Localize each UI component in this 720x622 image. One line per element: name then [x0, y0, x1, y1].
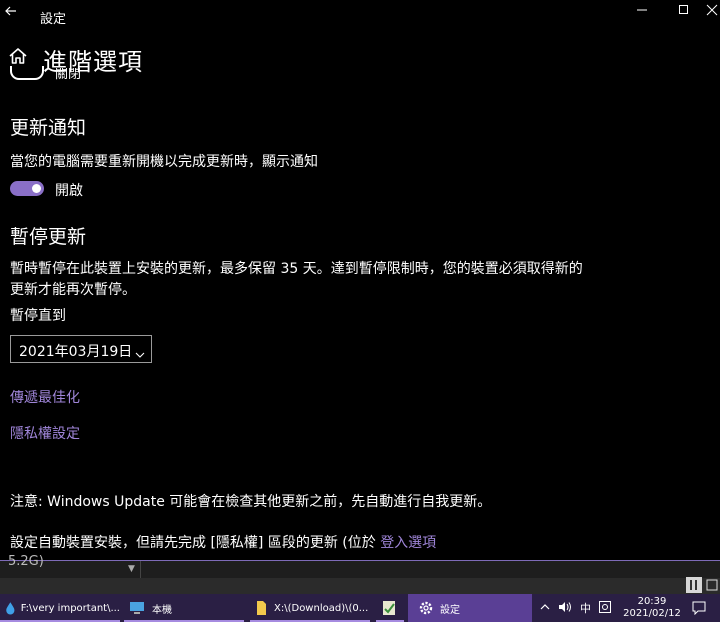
update-notify-toggle-label: 開啟	[55, 183, 83, 199]
pause-until-dropdown[interactable]: 2021年03月19日	[10, 335, 152, 363]
partial-toggle[interactable]	[10, 66, 44, 80]
taskbar-item-label: 設定	[440, 604, 460, 616]
pause-updates-description-2: 更新才能再次暫停。	[10, 282, 136, 298]
pause-until-label: 暫停直到	[10, 308, 66, 324]
water-drop-icon	[6, 602, 15, 615]
ime-indicator[interactable]: 中	[580, 600, 591, 616]
background-window-strip: 5.2G) ▼	[0, 554, 720, 579]
close-icon[interactable]	[704, 4, 720, 20]
notification-center-icon[interactable]	[692, 594, 706, 622]
taskbar-item-label: F:\very important\...	[20, 602, 120, 614]
taskbar-item-download-folder[interactable]: X:\(Download)\(0...	[250, 594, 370, 622]
taskbar-item-folder-important[interactable]: F:\very important\...	[0, 594, 120, 622]
taskbar-item-settings[interactable]: 設定	[408, 594, 532, 622]
update-notify-toggle[interactable]	[10, 181, 44, 196]
home-icon[interactable]	[8, 46, 28, 66]
window-title: 設定	[40, 12, 67, 27]
taskbar-item-label: 本機	[152, 604, 172, 616]
gear-icon	[419, 601, 433, 615]
background-window-statusbar	[0, 578, 720, 594]
update-notify-description: 當您的電腦需要重新開機以完成更新時，顯示通知	[10, 154, 318, 170]
pause-until-value: 2021年03月19日	[19, 344, 133, 360]
delivery-optimization-link[interactable]: 傳遞最佳化	[10, 387, 80, 407]
details-view-icon[interactable]	[686, 577, 702, 593]
pause-updates-heading: 暫停更新	[10, 226, 87, 248]
clock-time: 20:39	[637, 596, 667, 607]
pause-updates-description-1: 暫時暫停在此裝置上安裝的更新，最多保留 35 天。達到暫停限制時，您的裝置必須取…	[10, 261, 583, 277]
partial-toggle-label: 關閉	[55, 68, 82, 80]
device-install-note: 設定自動裝置安裝，但請先完成 [隱私權] 區段的更新 (位於 登入選項	[10, 532, 436, 552]
taskbar-item-this-pc[interactable]: 本機	[124, 594, 244, 622]
update-notify-heading: 更新通知	[10, 117, 87, 139]
taskbar: F:\very important\... 本機 X:\(Download)\(…	[0, 594, 720, 622]
minimize-icon[interactable]	[634, 4, 650, 20]
device-install-note-text: 設定自動裝置安裝，但請先完成 [隱私權] 區段的更新 (位於	[10, 535, 381, 551]
taskbar-clock[interactable]: 20:39 2021/02/12	[622, 596, 682, 620]
background-window-text: 5.2G)	[8, 554, 44, 569]
divider	[140, 561, 141, 579]
computer-icon	[130, 602, 144, 614]
volume-icon[interactable]	[558, 601, 572, 616]
large-icons-view-icon[interactable]	[704, 577, 720, 593]
back-arrow-icon[interactable]	[4, 4, 20, 20]
folder-icon	[257, 601, 266, 615]
chevron-up-icon[interactable]	[540, 602, 550, 615]
maximize-icon[interactable]	[676, 4, 692, 20]
ime-mode-icon[interactable]	[599, 600, 611, 616]
notepad-icon	[383, 601, 395, 615]
taskbar-item-notes-app[interactable]	[376, 594, 404, 622]
privacy-settings-link[interactable]: 隱私權設定	[10, 423, 80, 443]
page-header: 進階選項	[0, 38, 720, 76]
system-tray: 中	[540, 594, 611, 622]
title-bar: 設定	[0, 0, 720, 32]
sign-in-options-link[interactable]: 登入選項	[380, 535, 436, 551]
chevron-down-icon	[135, 345, 145, 358]
taskbar-item-label: X:\(Download)\(0...	[274, 602, 369, 614]
toggle-knob	[32, 184, 41, 193]
clock-date: 2021/02/12	[623, 608, 681, 619]
update-note: 注意: Windows Update 可能會在檢查其他更新之前，先自動進行自我更…	[10, 494, 492, 510]
chevron-down-icon[interactable]: ▼	[128, 564, 135, 574]
